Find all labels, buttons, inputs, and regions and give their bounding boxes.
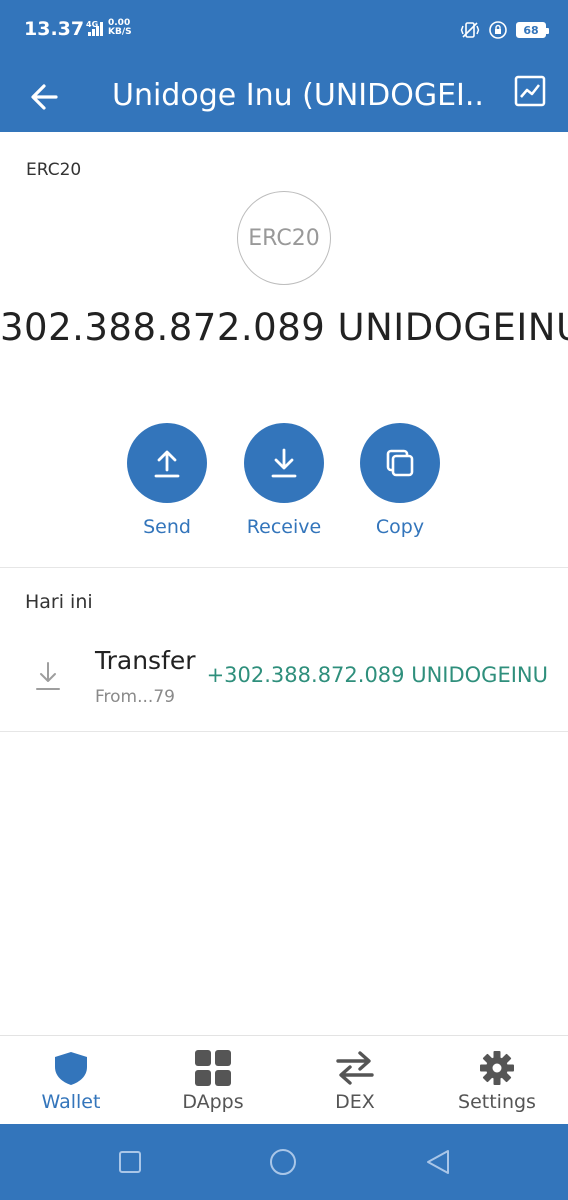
nav-dex[interactable]: DEX <box>284 1036 426 1125</box>
transaction-row[interactable]: Transfer From...79 +302.388.872.089 UNID… <box>0 640 568 730</box>
shield-icon <box>55 1052 87 1085</box>
grid-icon <box>195 1050 231 1086</box>
token-logo: ERC20 <box>237 191 331 285</box>
status-time: 13.37 <box>24 18 85 40</box>
rotation-lock-icon <box>489 21 507 39</box>
network-speed: 0.00 KB/S <box>108 19 132 37</box>
nav-wallet[interactable]: Wallet <box>0 1036 142 1125</box>
upload-icon <box>154 450 180 478</box>
page-title: Unidoge Inu (UNIDOGEI... <box>112 78 482 113</box>
token-standard: ERC20 <box>26 160 82 180</box>
transaction-amount: +302.388.872.089 UNIDOGEINU <box>206 663 548 687</box>
transaction-from: From...79 <box>95 687 175 707</box>
app-bar: Unidoge Inu (UNIDOGEI... <box>0 62 568 132</box>
copy-button[interactable] <box>360 423 440 503</box>
receive-arrow-icon <box>36 662 60 690</box>
home-icon[interactable] <box>269 1148 297 1176</box>
divider <box>0 567 568 568</box>
battery-icon: 68 <box>516 22 549 38</box>
bottom-nav: Wallet DApps DEX Settings <box>0 1035 568 1124</box>
battery-level: 68 <box>523 23 539 37</box>
receive-label[interactable]: Receive <box>224 516 344 538</box>
section-title-today: Hari ini <box>25 591 93 613</box>
download-icon <box>271 448 297 478</box>
chart-icon[interactable] <box>512 73 548 109</box>
send-button[interactable] <box>127 423 207 503</box>
vibrate-icon <box>460 22 480 38</box>
network-speed-unit: KB/S <box>108 27 132 37</box>
swap-icon <box>336 1051 374 1085</box>
recents-icon[interactable] <box>116 1148 144 1176</box>
status-icons: 68 <box>460 19 549 41</box>
transaction-type: Transfer <box>95 646 196 675</box>
nav-settings-label: Settings <box>458 1091 536 1113</box>
copy-icon <box>386 449 414 477</box>
token-logo-text: ERC20 <box>248 225 320 251</box>
receive-button[interactable] <box>244 423 324 503</box>
signal-icon <box>88 22 103 36</box>
nav-settings[interactable]: Settings <box>426 1036 568 1125</box>
system-nav-bar <box>0 1124 568 1200</box>
nav-wallet-label: Wallet <box>41 1091 101 1113</box>
token-balance: 302.388.872.089 UNIDOGEINU <box>0 306 568 349</box>
copy-label[interactable]: Copy <box>340 516 460 538</box>
status-bar: 13.37 4G 0.00 KB/S 68 <box>0 0 568 62</box>
send-label[interactable]: Send <box>107 516 227 538</box>
gear-icon <box>480 1051 514 1085</box>
back-nav-icon[interactable] <box>424 1148 452 1176</box>
divider <box>0 731 568 732</box>
nav-dapps[interactable]: DApps <box>142 1036 284 1125</box>
nav-dapps-label: DApps <box>182 1091 244 1113</box>
arrow-left-icon[interactable] <box>24 75 68 119</box>
nav-dex-label: DEX <box>335 1091 375 1113</box>
